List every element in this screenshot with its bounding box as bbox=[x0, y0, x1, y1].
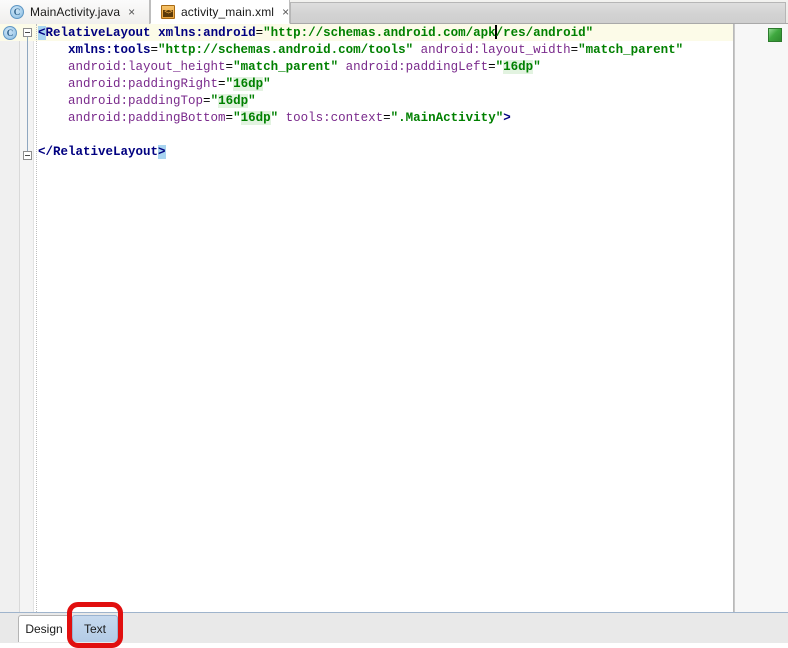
inspection-status-icon[interactable] bbox=[768, 28, 782, 42]
tab-design[interactable]: Design bbox=[18, 615, 70, 642]
marker-track[interactable] bbox=[735, 24, 788, 612]
fold-marker-close[interactable] bbox=[23, 151, 32, 160]
java-class-icon[interactable]: C bbox=[3, 26, 17, 40]
tab-activity-main-xml[interactable]: <> activity_main.xml × bbox=[150, 0, 290, 24]
editor-gutter[interactable]: C bbox=[0, 24, 20, 612]
tab-text-label: Text bbox=[83, 622, 106, 636]
xml-file-icon: <> bbox=[161, 4, 175, 19]
editor-mode-tab-bar: Design Text bbox=[0, 612, 788, 643]
tab-bar-filler bbox=[290, 2, 786, 23]
tab-mainactivity-java[interactable]: C MainActivity.java × bbox=[0, 0, 150, 24]
tab-label: activity_main.xml bbox=[181, 4, 275, 19]
java-class-icon: C bbox=[10, 5, 24, 19]
editor-tab-bar: C MainActivity.java × <> activity_main.x… bbox=[0, 0, 788, 24]
editor-marker-scrollbar[interactable] bbox=[734, 24, 788, 612]
fold-marker-open[interactable] bbox=[23, 28, 32, 37]
fold-region-bar bbox=[27, 37, 28, 156]
xml-source-code[interactable]: <RelativeLayout xmlns:android="http://sc… bbox=[34, 24, 734, 161]
tab-label: MainActivity.java bbox=[30, 5, 121, 19]
code-text-area[interactable]: <RelativeLayout xmlns:android="http://sc… bbox=[34, 24, 734, 612]
tab-text[interactable]: Text bbox=[72, 615, 118, 642]
close-icon[interactable]: × bbox=[282, 6, 289, 18]
code-folding-strip[interactable] bbox=[20, 24, 34, 612]
close-icon[interactable]: × bbox=[128, 6, 135, 18]
xml-editor: C <RelativeLayout xmlns:android="http://… bbox=[0, 24, 788, 612]
xml-file-icon-glyph: <> bbox=[164, 8, 173, 17]
tab-design-label: Design bbox=[25, 622, 63, 636]
